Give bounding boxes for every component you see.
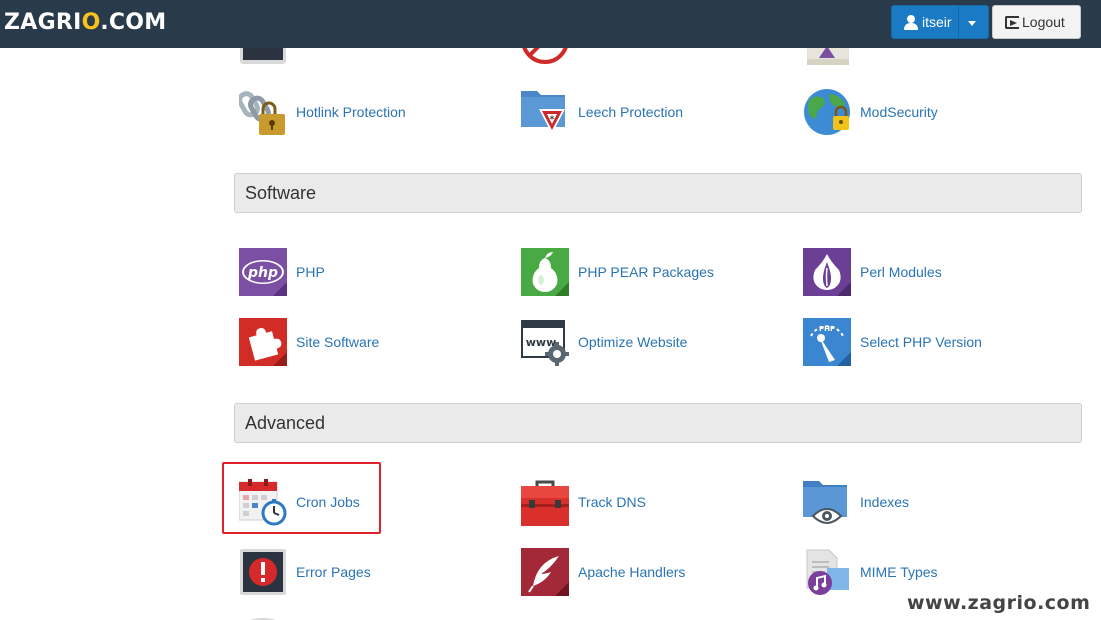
optimize-website-link[interactable]: www Optimize Website [521, 317, 687, 367]
php-gauge-icon: PHP [803, 318, 851, 366]
php-label: PHP [296, 264, 325, 280]
select-php-version-label: Select PHP Version [860, 334, 982, 350]
brand-logo[interactable]: ZAGRIO.COM [4, 10, 167, 35]
perl-modules-link[interactable]: Perl Modules [803, 247, 942, 297]
php-pear-packages-link[interactable]: PHP PEAR Packages [521, 247, 714, 297]
onion-icon [803, 248, 851, 296]
hotlink-protection-label: Hotlink Protection [296, 104, 406, 120]
site-software-link[interactable]: Site Software [239, 317, 379, 367]
php-pear-packages-label: PHP PEAR Packages [578, 264, 714, 280]
section-header-software[interactable]: Software [234, 173, 1082, 213]
folder-eye-icon [803, 478, 851, 526]
cut-off-icon [250, 618, 276, 620]
svg-text:PHP: PHP [819, 325, 835, 333]
apache-handlers-label: Apache Handlers [578, 564, 686, 580]
svg-text:*: * [550, 115, 555, 125]
user-icon [904, 14, 918, 30]
svg-text:php: php [247, 265, 278, 281]
user-menu-button[interactable]: itseir [891, 5, 989, 39]
toolbox-icon [521, 478, 569, 526]
chain-lock-icon [239, 88, 287, 136]
apache-handlers-link[interactable]: Apache Handlers [521, 547, 685, 597]
mime-types-link[interactable]: MIME Types [803, 547, 938, 597]
error-page-icon [239, 548, 287, 596]
logout-label: Logout [1022, 14, 1065, 30]
watermark-text: www.zagrio.com [907, 592, 1091, 614]
error-pages-link[interactable]: Error Pages [239, 547, 371, 597]
select-php-version-link[interactable]: PHP Select PHP Version [803, 317, 982, 367]
caret-down-icon[interactable] [968, 21, 976, 26]
button-divider [958, 6, 959, 38]
track-dns-link[interactable]: Track DNS [521, 477, 646, 527]
www-gear-icon: www [521, 318, 569, 366]
indexes-link[interactable]: Indexes [803, 477, 909, 527]
logout-button[interactable]: Logout [992, 5, 1081, 39]
music-file-icon [803, 548, 851, 596]
indexes-label: Indexes [860, 494, 910, 510]
site-software-label: Site Software [296, 334, 380, 350]
modsecurity-label: ModSecurity [860, 104, 938, 120]
leech-protection-label: Leech Protection [578, 104, 684, 120]
leech-protection-link[interactable]: * Leech Protection [521, 87, 683, 137]
mime-types-label: MIME Types [860, 564, 938, 580]
folder-warning-icon: * [521, 88, 569, 136]
globe-lock-icon [803, 88, 851, 136]
php-icon: php [239, 248, 287, 296]
error-pages-label: Error Pages [296, 564, 371, 580]
track-dns-label: Track DNS [578, 494, 646, 510]
section-header-advanced[interactable]: Advanced [234, 403, 1082, 443]
perl-modules-label: Perl Modules [860, 264, 942, 280]
top-navbar: ZAGRIO.COM itseir Logout [0, 0, 1101, 48]
logout-icon [1005, 15, 1019, 29]
highlight-box [222, 462, 381, 534]
hotlink-protection-link[interactable]: Hotlink Protection [239, 87, 406, 137]
puzzle-icon [239, 318, 287, 366]
username-label: itseir [922, 14, 952, 30]
blocked-icon [522, 48, 568, 64]
php-link[interactable]: php PHP [239, 247, 325, 297]
feather-icon [521, 548, 569, 596]
star-box-icon [807, 48, 849, 65]
pear-icon [521, 248, 569, 296]
monitor-icon [240, 48, 286, 64]
optimize-website-label: Optimize Website [578, 334, 688, 350]
modsecurity-link[interactable]: ModSecurity [803, 87, 938, 137]
